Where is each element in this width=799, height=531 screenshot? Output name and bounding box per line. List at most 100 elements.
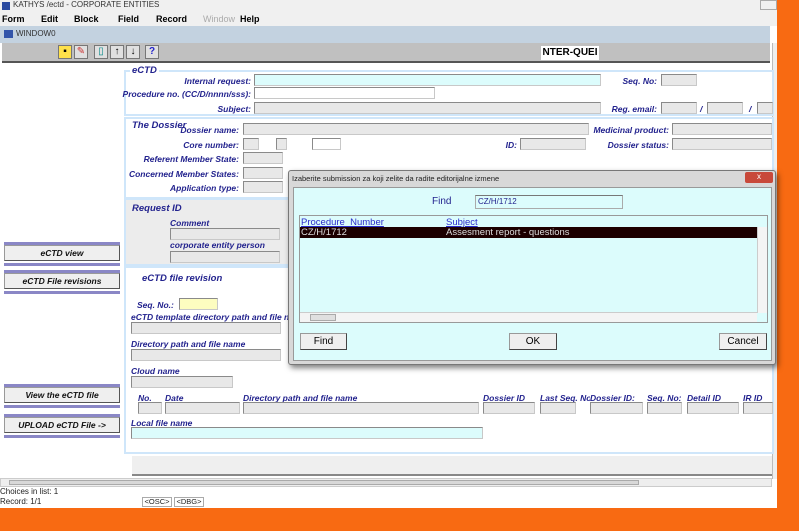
procedure-no-input[interactable] bbox=[254, 87, 435, 99]
comment-input[interactable] bbox=[170, 228, 280, 240]
find-input[interactable]: CZ/H/1712 bbox=[475, 195, 623, 209]
dossier-status-label: Dossier status: bbox=[607, 140, 669, 150]
window-icon bbox=[4, 30, 13, 38]
window-title: KATHYS /ectd - CORPORATE ENTITIES bbox=[13, 0, 160, 9]
reg-email-label: Reg. email: bbox=[611, 104, 657, 114]
menu-record[interactable]: Record bbox=[156, 14, 187, 24]
id-input[interactable] bbox=[520, 138, 586, 150]
find-label: Find bbox=[432, 196, 452, 207]
cloud-name-input[interactable] bbox=[131, 376, 233, 388]
template-path-label: eCTD template directory path and file na… bbox=[131, 312, 307, 322]
seq-no-row-input[interactable] bbox=[647, 402, 682, 414]
exit-icon[interactable]: ▯ bbox=[94, 45, 108, 59]
dbg-indicator: <DBG> bbox=[174, 497, 204, 507]
application-type-label: Application type: bbox=[170, 183, 239, 193]
dossier-id-input[interactable] bbox=[483, 402, 535, 414]
scrollbar-thumb[interactable] bbox=[9, 480, 639, 485]
core-number-label: Core number: bbox=[183, 140, 239, 150]
revision-seq-no-input[interactable] bbox=[179, 298, 218, 310]
core-number-input-2[interactable] bbox=[276, 138, 287, 150]
dossier-name-input[interactable] bbox=[243, 123, 589, 135]
cancel-button[interactable]: Cancel bbox=[719, 333, 767, 350]
detail-id-input[interactable] bbox=[687, 402, 739, 414]
corporate-entity-person-input[interactable] bbox=[170, 251, 280, 263]
local-file-input[interactable] bbox=[131, 427, 483, 439]
cloud-name-label: Cloud name bbox=[131, 366, 180, 376]
application-type-input[interactable] bbox=[243, 181, 283, 193]
title-bar: KATHYS /ectd - CORPORATE ENTITIES bbox=[0, 0, 777, 12]
up-arrow-icon[interactable]: ↑ bbox=[110, 45, 124, 59]
clear-icon[interactable]: ✎ bbox=[74, 45, 88, 59]
seq-no-label: Seq. No: bbox=[622, 76, 657, 86]
find-button[interactable]: Find bbox=[300, 333, 347, 350]
dialog-title: Izaberite submission za koji zelite da r… bbox=[292, 174, 500, 183]
horizontal-scrollbar[interactable] bbox=[0, 478, 772, 487]
menu-field[interactable]: Field bbox=[118, 14, 139, 24]
dossier-id-2-input[interactable] bbox=[590, 402, 643, 414]
procedure-no-label: Procedure no. (CC/D/nnnn/sss): bbox=[122, 89, 251, 99]
submission-dialog: Izaberite submission za koji zelite da r… bbox=[288, 170, 776, 365]
no-input[interactable] bbox=[138, 402, 162, 414]
reg-email-input-1[interactable] bbox=[661, 102, 697, 114]
ectd-file-revisions-button[interactable]: eCTD File revisions bbox=[4, 273, 120, 289]
dir-path-row-input[interactable] bbox=[243, 402, 479, 414]
menu-edit[interactable]: Edit bbox=[41, 14, 58, 24]
save-icon[interactable]: ▪ bbox=[58, 45, 72, 59]
ir-id-input[interactable] bbox=[743, 402, 773, 414]
menu-bar: Form Edit Block Field Record Window Help bbox=[0, 12, 777, 26]
record-indicator: Record: 1/1 bbox=[0, 497, 42, 506]
core-number-input-3[interactable] bbox=[312, 138, 341, 150]
ectd-legend: eCTD bbox=[130, 65, 159, 76]
seq-no-input[interactable] bbox=[661, 74, 697, 86]
slash: / bbox=[749, 104, 752, 114]
ectd-view-button[interactable]: eCTD view bbox=[4, 245, 120, 261]
internal-request-input[interactable] bbox=[254, 74, 601, 86]
help-icon[interactable]: ? bbox=[145, 45, 159, 59]
upload-ectd-file-button[interactable]: UPLOAD eCTD File -> bbox=[4, 417, 120, 433]
reg-email-input-2[interactable] bbox=[707, 102, 743, 114]
window-controls[interactable] bbox=[760, 0, 777, 10]
toolbar: ▪ ✎ ▯ ↑ ↓ ? NTER-QUEI bbox=[2, 43, 770, 63]
subject-input[interactable] bbox=[254, 102, 601, 114]
medicinal-product-label: Medicinal product: bbox=[593, 125, 669, 135]
internal-request-label: Internal request: bbox=[184, 76, 251, 86]
referent-member-state-input[interactable] bbox=[243, 152, 283, 164]
ok-button[interactable]: OK bbox=[509, 333, 557, 350]
reg-email-input-3[interactable] bbox=[757, 102, 773, 114]
menu-window: Window bbox=[203, 14, 236, 24]
id-label: ID: bbox=[505, 140, 517, 150]
menu-form[interactable]: Form bbox=[2, 14, 25, 24]
concerned-member-states-input[interactable] bbox=[243, 167, 283, 179]
down-arrow-icon[interactable]: ↓ bbox=[126, 45, 140, 59]
app-icon bbox=[2, 2, 10, 10]
status-message: Choices in list: 1 bbox=[0, 487, 59, 496]
inner-window-bar: WINDOW0 bbox=[0, 26, 770, 43]
dossier-name-label: Dossier name: bbox=[180, 125, 239, 135]
revision-seq-no-label: Seq. No.: bbox=[137, 300, 174, 310]
concerned-member-states-label: Concerned Member States: bbox=[128, 169, 239, 179]
dir-path-label: Directory path and file name bbox=[131, 339, 246, 349]
menu-block[interactable]: Block bbox=[74, 14, 99, 24]
list-horizontal-scrollbar[interactable] bbox=[300, 312, 757, 322]
date-input[interactable] bbox=[165, 402, 240, 414]
view-ectd-file-button[interactable]: View the eCTD file bbox=[4, 387, 120, 403]
slash: / bbox=[700, 104, 703, 114]
row-subject: Assesment report - questions bbox=[446, 227, 570, 238]
template-path-input[interactable] bbox=[131, 322, 281, 334]
dir-path-input[interactable] bbox=[131, 349, 281, 361]
list-scrollbar-thumb[interactable] bbox=[310, 314, 336, 321]
referent-member-state-label: Referent Member State: bbox=[143, 154, 239, 164]
lower-panel bbox=[132, 456, 772, 476]
list-row-selected[interactable]: CZ/H/1712 Assesment report - questions bbox=[300, 227, 757, 238]
mode-indicator: NTER-QUEI bbox=[541, 46, 599, 60]
dossier-status-input[interactable] bbox=[672, 138, 772, 150]
core-number-input-1[interactable] bbox=[243, 138, 259, 150]
last-seq-no-input[interactable] bbox=[540, 402, 576, 414]
inner-window-title: WINDOW0 bbox=[16, 29, 56, 38]
corporate-entity-person-label: corporate entity person bbox=[170, 240, 265, 250]
list-vertical-scrollbar[interactable] bbox=[757, 227, 767, 313]
menu-help[interactable]: Help bbox=[240, 14, 260, 24]
medicinal-product-input[interactable] bbox=[672, 123, 772, 135]
subject-label: Subject: bbox=[217, 104, 251, 114]
close-icon[interactable]: x bbox=[745, 172, 773, 183]
